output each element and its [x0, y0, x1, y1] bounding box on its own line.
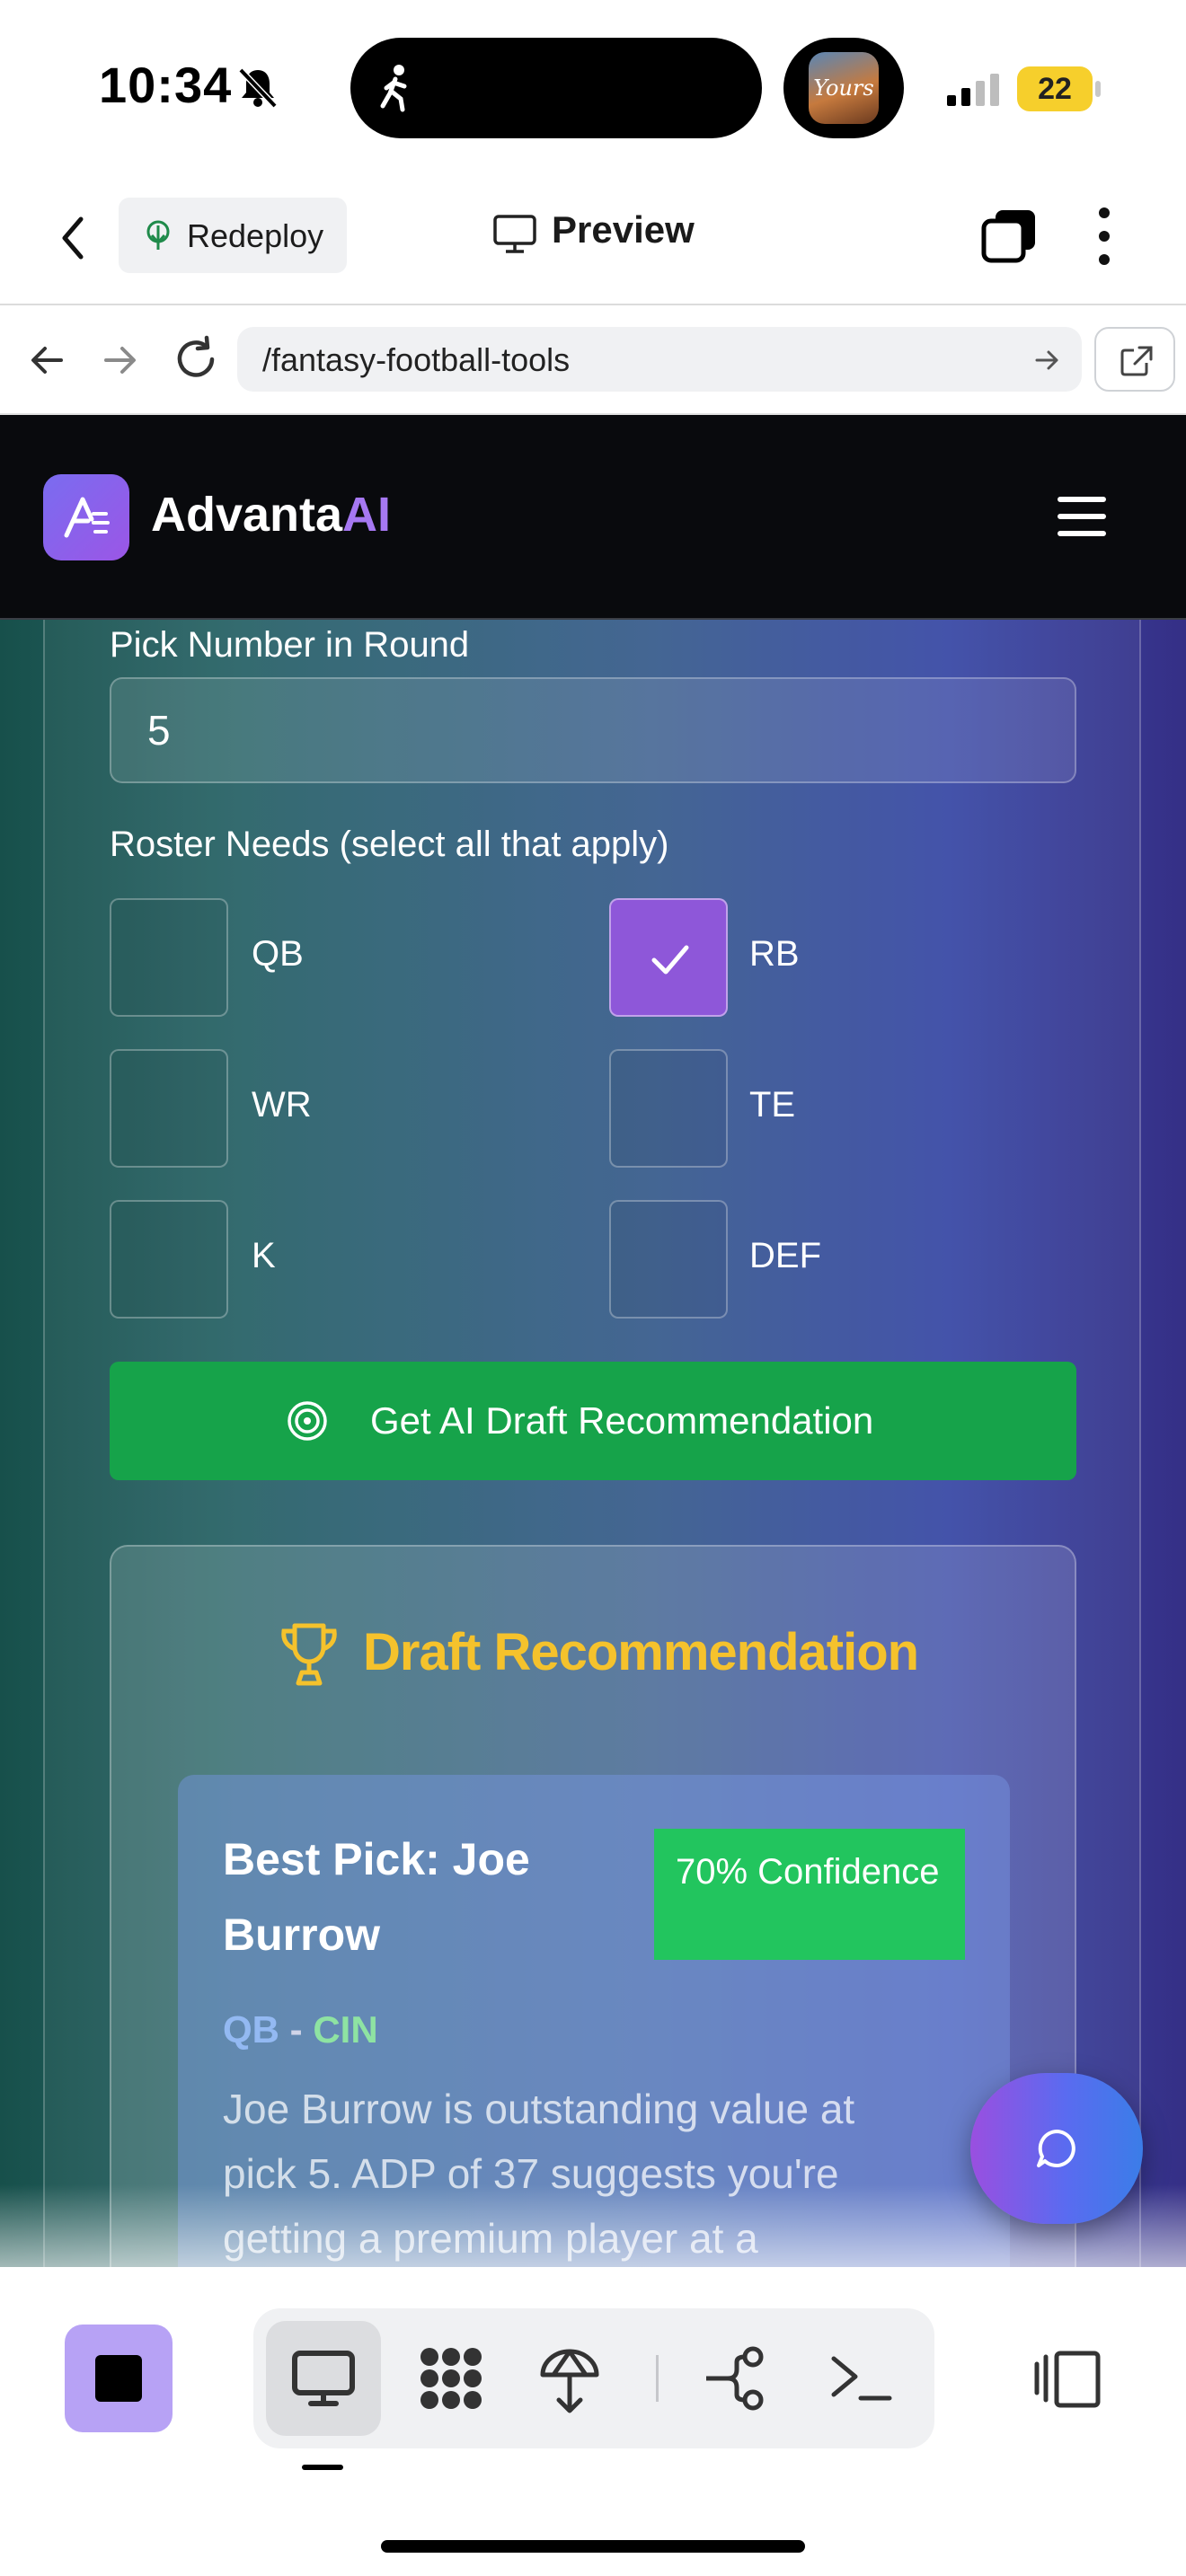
pick-number-value: 5 — [147, 707, 171, 754]
album-art-text: Yours — [813, 75, 874, 101]
monitor-icon[interactable] — [288, 2342, 359, 2414]
position-separator: - — [289, 2008, 303, 2051]
arrow-right-icon[interactable] — [97, 338, 142, 383]
bottom-toolbar — [0, 2267, 1186, 2576]
tool-switcher — [253, 2308, 934, 2448]
more-vertical-icon[interactable] — [1091, 205, 1118, 268]
preview-title[interactable]: Preview — [552, 208, 695, 251]
url-input[interactable]: /fantasy-football-tools — [237, 327, 1082, 392]
chat-button[interactable] — [970, 2073, 1143, 2224]
brand-ai: AI — [342, 488, 392, 542]
checkbox-rb-label: RB — [749, 934, 800, 974]
brand-main: Advanta — [151, 488, 343, 542]
battery-level: 22 — [1017, 66, 1093, 111]
toolbar-divider — [656, 2355, 659, 2402]
battery-tip — [1095, 81, 1101, 97]
open-external-button[interactable] — [1094, 327, 1175, 392]
arrow-go-icon[interactable] — [1033, 347, 1060, 374]
monitor-icon — [493, 215, 536, 253]
checkbox-def[interactable] — [609, 1200, 728, 1319]
terminal-icon[interactable] — [825, 2342, 897, 2414]
get-recommendation-label: Get AI Draft Recommendation — [370, 1399, 874, 1442]
walking-icon — [380, 65, 407, 112]
album-art: Yours — [809, 52, 879, 124]
git-branch-icon[interactable] — [701, 2342, 773, 2414]
workspace-grid-icon[interactable] — [415, 2342, 487, 2414]
stop-icon — [95, 2355, 142, 2402]
tabs-icon[interactable] — [981, 208, 1037, 264]
checkbox-qb[interactable] — [110, 898, 228, 1017]
checkbox-te-label: TE — [749, 1085, 796, 1125]
chat-bubble-icon — [1037, 2130, 1075, 2167]
player-position: QB — [223, 2008, 279, 2051]
recommendation-title: Draft Recommendation — [363, 1623, 919, 1681]
player-team: CIN — [313, 2008, 378, 2051]
redeploy-label: Redeploy — [187, 217, 324, 254]
checkbox-wr-label: WR — [252, 1085, 312, 1125]
deploy-icon[interactable] — [534, 2342, 606, 2414]
advanta-logo-icon — [64, 497, 110, 538]
status-bar: 10:34 Yours 22 — [0, 0, 1186, 171]
pick-number-label: Pick Number in Round — [110, 625, 470, 665]
position-team: QB - CIN — [223, 2008, 378, 2051]
best-pick-name: Best Pick: Joe Burrow — [223, 1834, 530, 1960]
checkbox-te[interactable] — [609, 1049, 728, 1168]
brand-name[interactable]: AdvantaAI — [151, 487, 391, 543]
app-header: Redeploy Preview — [0, 171, 1186, 305]
stop-button[interactable] — [65, 2325, 173, 2432]
checkbox-def-label: DEF — [749, 1236, 821, 1275]
dynamic-island[interactable] — [350, 38, 762, 138]
pick-number-input[interactable]: 5 — [110, 677, 1076, 783]
checkmark-icon — [651, 945, 689, 975]
checkbox-wr[interactable] — [110, 1049, 228, 1168]
arrow-left-icon[interactable] — [25, 338, 70, 383]
signal-icon — [947, 74, 999, 106]
get-recommendation-button[interactable]: Get AI Draft Recommendation — [110, 1362, 1076, 1480]
target-icon — [288, 1401, 327, 1441]
redeploy-button[interactable]: Redeploy — [119, 198, 347, 273]
confidence-text: 70% Confidence — [676, 1852, 940, 1892]
panel-icon[interactable] — [1033, 2342, 1102, 2414]
trophy-icon — [281, 1623, 337, 1686]
active-tab-indicator — [302, 2465, 343, 2470]
roster-needs-label: Roster Needs (select all that apply) — [110, 825, 669, 864]
confidence-badge: 70% Confidence — [654, 1829, 965, 1960]
app-viewport: AdvantaAI Pick Number in Round 5 Roster … — [0, 415, 1186, 2267]
home-indicator[interactable] — [381, 2540, 805, 2553]
browser-bar: /fantasy-football-tools — [0, 305, 1186, 415]
checkbox-qb-label: QB — [252, 934, 304, 974]
redeploy-icon — [146, 220, 170, 250]
reload-icon[interactable] — [171, 334, 221, 384]
status-time: 10:34 — [99, 57, 233, 113]
checkbox-k-label: K — [252, 1236, 276, 1275]
recommendation-card: Draft Recommendation Best Pick: Joe Burr… — [110, 1545, 1076, 2267]
bell-slash-icon — [238, 67, 278, 109]
external-link-icon — [1120, 346, 1153, 376]
checkbox-k[interactable] — [110, 1200, 228, 1319]
checkbox-rb[interactable] — [609, 898, 728, 1017]
app-navbar: AdvantaAI — [0, 415, 1186, 620]
hamburger-menu-icon[interactable] — [1057, 492, 1107, 541]
url-text: /fantasy-football-tools — [262, 341, 571, 378]
now-playing-island[interactable]: Yours — [783, 38, 904, 138]
chevron-left-icon[interactable] — [52, 208, 97, 268]
logo[interactable] — [43, 474, 129, 560]
